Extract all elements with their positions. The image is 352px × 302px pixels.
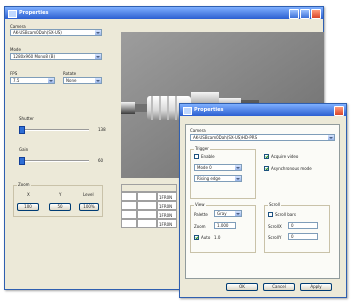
cancel-button[interactable]: Cancel [263,283,295,291]
table-cell[interactable] [137,201,157,210]
trigger-mode-select[interactable]: Mode 0 [194,164,242,171]
zoom-input[interactable]: 1.000 [214,222,236,229]
front-camera-select-value: AK-USBcam0Dah(SX-US)HD-PRS [193,135,258,140]
palette-select[interactable]: Gray [214,210,242,217]
palette-select-value: Gray [217,211,227,216]
table-cell-text: 1FR0N [159,195,173,200]
trigger-group-label: Trigger [194,146,210,151]
scroll-x-label: ScrollX [268,224,282,229]
table-row[interactable] [121,192,137,201]
fps-label: FPS [10,71,18,76]
chevron-down-icon [328,135,334,140]
zoom-col-y: Y [59,192,62,197]
front-window-titlebar[interactable]: Properties [180,104,346,116]
front-camera-label: Camera [190,128,206,133]
acquire-video-label: Acquire video [271,154,299,159]
chevron-down-icon [48,78,54,83]
zoom-x-button[interactable]: 100 [17,203,39,211]
zoom-label: Zoom [194,224,206,229]
shutter-slider[interactable] [19,129,89,131]
scroll-bars-checkbox[interactable] [268,212,273,217]
rotate-select[interactable]: None [63,77,102,84]
scroll-group-label: Scroll [268,202,281,207]
table-cell[interactable]: 1FR0N [157,192,177,201]
table-cell[interactable]: 1FR0N [157,210,177,219]
back-window-title: Properties [19,10,49,16]
mode-label: Mode [10,47,21,52]
scroll-group [264,205,330,253]
auto-value: 1.0 [214,235,221,240]
zoom-col-level: Level [83,192,94,197]
async-mode-label: Asynchronous mode [271,166,312,171]
camera-select-value: AK-USBcam0Dah(SX-US) [13,30,62,35]
chevron-down-icon [235,211,241,216]
zoom-col-x: X [27,192,30,197]
zoom-group-label: Zoom [17,182,31,187]
window-app-icon [8,10,17,18]
chevron-down-icon [95,78,101,83]
fps-select-value: 7.5 [13,78,20,83]
async-mode-checkbox[interactable] [264,166,269,171]
scroll-y-input[interactable]: 0 [288,233,318,240]
mode-select-value: 1280x960 Mono8 (B) [13,54,56,59]
data-table: 1FR0N 1FR0N 1FR0N 1FR0N [121,184,177,239]
shutter-value: 138 [98,127,106,132]
back-window-titlebar[interactable]: Properties [5,7,323,19]
chevron-down-icon [235,176,241,181]
trigger-group [190,149,256,199]
table-cell[interactable] [137,210,157,219]
rotate-select-value: None [66,78,77,83]
gain-value: 60 [98,158,104,163]
auto-label: Auto [201,235,211,240]
apply-button[interactable]: Apply [300,283,332,291]
chevron-down-icon [235,165,241,170]
scroll-x-input[interactable]: 0 [288,222,318,229]
table-cell-text: 1FR0N [159,204,173,209]
table-cell-text: 1FR0N [159,213,173,218]
trigger-mode-value: Mode 0 [197,165,212,170]
table-cell[interactable]: 1FR0N [157,201,177,210]
zoom-level-button[interactable]: 100% [79,203,99,211]
table-cell[interactable]: 1FR0N [157,219,177,228]
front-properties-window: Properties Source Format Exposure Gain A… [179,103,347,298]
table-cell-text: 1FR0N [159,222,173,227]
fps-select[interactable]: 7.5 [10,77,55,84]
rotate-label: Rotate [63,71,77,76]
maximize-icon[interactable] [300,9,310,19]
close-icon[interactable] [311,9,321,19]
trigger-source-select[interactable]: Rising edge [194,175,242,182]
gain-slider-thumb[interactable] [19,157,25,165]
trigger-enable-label: Enable [201,154,215,159]
table-row[interactable] [121,210,137,219]
mode-select[interactable]: 1280x960 Mono8 (B) [10,53,102,60]
scroll-bars-label: Scroll bars [275,212,296,217]
palette-label: Palette [194,212,208,217]
chevron-down-icon [95,30,101,35]
chevron-down-icon [95,54,101,59]
front-camera-select[interactable]: AK-USBcam0Dah(SX-US)HD-PRS [190,134,335,141]
shutter-slider-thumb[interactable] [19,126,25,134]
zoom-group [13,185,103,217]
table-cell[interactable] [137,192,157,201]
camera-select[interactable]: AK-USBcam0Dah(SX-US) [10,29,102,36]
trigger-enable-checkbox[interactable] [194,154,199,159]
gain-label: Gain [19,147,29,152]
acquire-video-checkbox[interactable] [264,154,269,159]
close-icon[interactable] [334,106,344,116]
view-group-label: View [194,202,206,207]
gain-slider[interactable] [19,160,89,162]
shutter-label: Shutter [19,116,34,121]
zoom-y-button[interactable]: 50 [49,203,71,211]
auto-checkbox[interactable] [194,235,199,240]
scroll-y-label: ScrollY [268,235,282,240]
minimize-icon[interactable] [289,9,299,19]
trigger-source-value: Rising edge [197,176,221,181]
table-row[interactable] [121,219,137,228]
window-app-icon [183,107,192,115]
table-header [121,184,177,192]
table-cell[interactable] [137,219,157,228]
ok-button[interactable]: OK [226,283,258,291]
front-window-title: Properties [194,107,224,113]
table-row[interactable] [121,201,137,210]
